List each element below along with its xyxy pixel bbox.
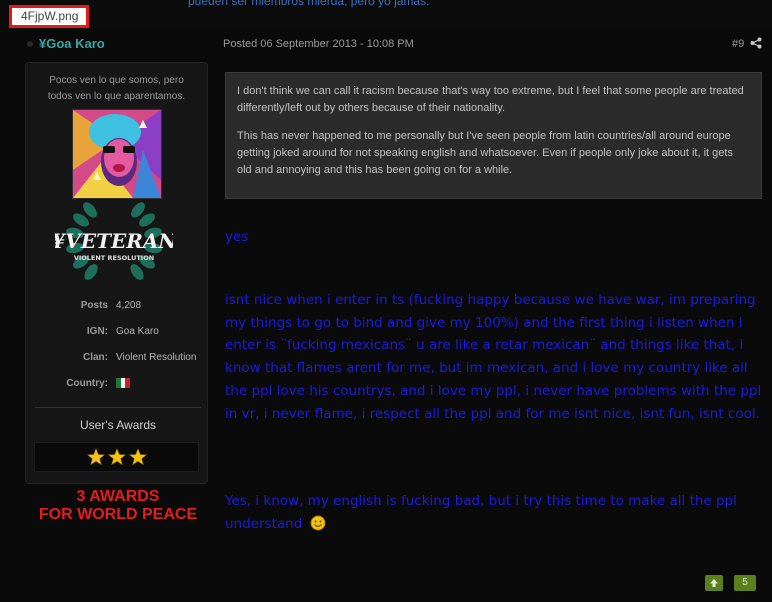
post-username[interactable]: ¥Goa Karo [39, 36, 105, 51]
signature-line: todos ven lo que aparentamos. [47, 91, 186, 102]
stat-posts: Posts 4,208 [34, 300, 204, 316]
stat-value: Goa Karo [116, 326, 159, 337]
post-number-link[interactable]: #9 [732, 38, 744, 50]
stat-ign: IGN: Goa Karo [34, 326, 204, 342]
stat-country: Country: [34, 378, 204, 394]
quote-paragraph: I don't think we can call it racism beca… [237, 85, 744, 114]
sidebar-divider [35, 407, 201, 408]
star-icon [128, 448, 147, 466]
star-icon [107, 448, 127, 466]
online-status-dot [27, 41, 33, 47]
upvote-button[interactable] [705, 575, 723, 591]
previous-post-fragment: pueden ser miembros mierda, pero yo jamá… [188, 0, 430, 8]
quoted-post: I don't think we can call it racism beca… [225, 72, 762, 199]
veteran-badge-icon: ¥VETERAN VIOLENT RESOLUTION [55, 202, 173, 280]
stat-value: 4,208 [116, 300, 142, 311]
reply-paragraph-container: Yes, i know, my english is fucking bad, … [225, 490, 770, 535]
reputation-score: 5 [734, 575, 756, 591]
stat-label: Country: [66, 378, 108, 389]
avatar[interactable] [72, 109, 162, 199]
filename-tag: 4FjpW.png [9, 5, 89, 28]
reply-line: yes [225, 229, 249, 245]
reply-paragraph: Yes, i know, my english is fucking bad, … [225, 493, 737, 532]
stat-value[interactable]: Violent Resolution [116, 352, 196, 363]
badge-subtitle: VIOLENT RESOLUTION [74, 254, 154, 262]
caption-line: 3 AWARDS [76, 488, 160, 505]
user-signature: Pocos ven lo que somos, pero todos ven l… [34, 73, 199, 105]
stat-label: Posts [80, 300, 108, 311]
avatar-image [73, 110, 161, 198]
award-stars[interactable] [87, 448, 147, 466]
post-date: Posted 06 September 2013 - 10:08 PM [223, 38, 414, 50]
stat-label: Clan: [83, 352, 108, 363]
star-icon [87, 448, 106, 466]
awards-caption: 3 AWARDS FOR WORLD PEACE [0, 488, 236, 524]
stat-clan: Clan: Violent Resolution [34, 352, 204, 368]
caption-line: FOR WORLD PEACE [38, 506, 198, 523]
smiley-icon [310, 515, 326, 530]
signature-line: Pocos ven lo que somos, pero [49, 75, 184, 86]
mexico-flag-icon [116, 378, 131, 388]
share-icon[interactable] [750, 37, 762, 49]
stat-label: IGN: [86, 326, 108, 337]
badge-title: ¥VETERAN [55, 229, 173, 253]
awards-heading: User's Awards [79, 418, 157, 432]
quote-paragraph: This has never happened to me personally… [237, 130, 733, 176]
reply-paragraph: isnt nice when i enter in ts (fucking ha… [225, 292, 762, 422]
thumbs-up-icon [710, 579, 718, 587]
